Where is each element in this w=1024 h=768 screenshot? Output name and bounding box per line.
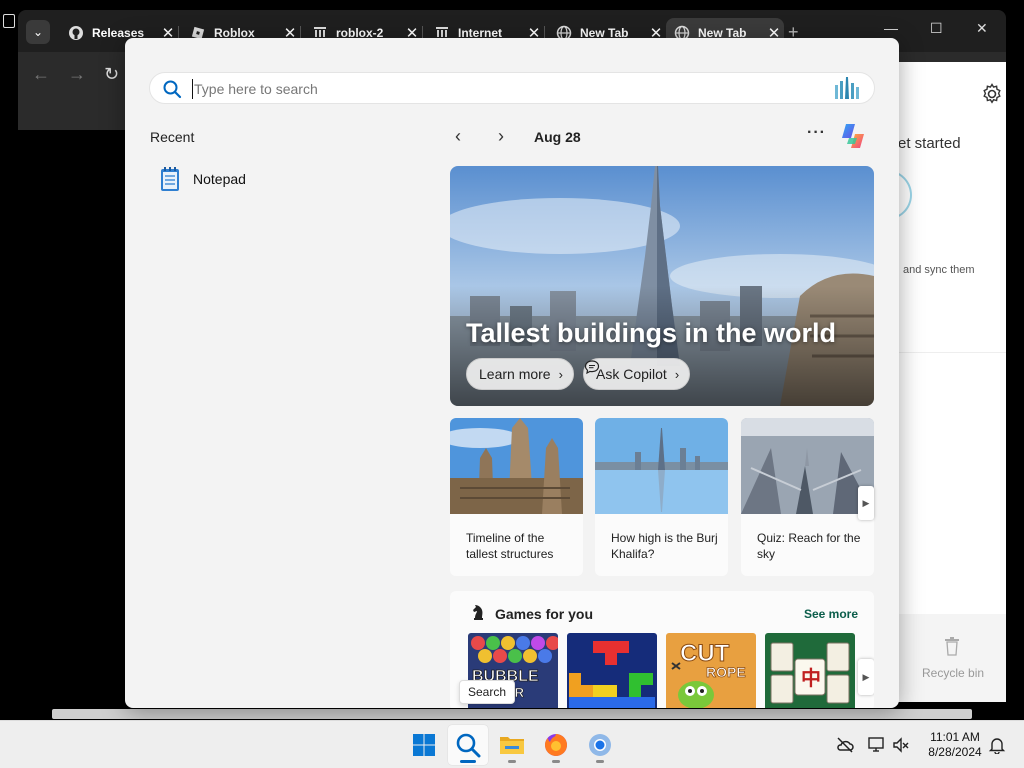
- game-art: 中: [765, 633, 855, 708]
- running-indicator: [508, 760, 516, 763]
- running-indicator: [552, 760, 560, 763]
- recent-item-label: Notepad: [193, 171, 246, 187]
- game-art-subtext: ROPE: [706, 664, 746, 680]
- chrome-button[interactable]: [580, 725, 620, 765]
- chevron-right-icon: ›: [674, 366, 680, 382]
- hero-title: Tallest buildings in the world: [466, 318, 837, 348]
- tab-list-button[interactable]: ⌄: [26, 20, 50, 44]
- minimize-button[interactable]: —: [884, 20, 898, 36]
- right-side-panel: et started and sync them Recycle bin: [878, 62, 1006, 702]
- search-input[interactable]: [194, 76, 794, 102]
- game-art-text: 中: [801, 666, 821, 690]
- more-options-button[interactable]: ···: [807, 124, 826, 142]
- chevron-right-icon: ›: [558, 366, 563, 382]
- onedrive-offline-icon[interactable]: [836, 736, 854, 754]
- github-icon: [68, 25, 84, 41]
- desktop-left-strip: [0, 0, 18, 708]
- game-tile-cut-the-rope[interactable]: CUT ROPE: [666, 633, 756, 708]
- dubai-skyline-image: [595, 418, 728, 514]
- start-button[interactable]: [404, 725, 444, 765]
- search-tooltip: Search: [459, 680, 516, 704]
- game-art: CUT ROPE: [666, 633, 756, 708]
- cathedral-image: [450, 418, 583, 514]
- folder-icon: [500, 737, 524, 754]
- games-next-button[interactable]: ▶: [858, 659, 874, 695]
- notification-bell-icon[interactable]: [988, 736, 1006, 754]
- aerial-city-image: [741, 418, 874, 514]
- next-day-button[interactable]: ›: [498, 126, 504, 147]
- close-window-button[interactable]: ✕: [976, 20, 988, 37]
- highlight-card[interactable]: How high is the Burj Khalifa?: [595, 418, 728, 576]
- panel-footer: [898, 614, 1006, 702]
- get-started-heading: et started: [898, 135, 961, 152]
- highlight-card[interactable]: Timeline of the tallest structures: [450, 418, 583, 576]
- recent-item-notepad[interactable]: Notepad: [159, 164, 246, 194]
- learn-more-label: Learn more: [479, 366, 551, 382]
- windows-logo-icon: [413, 734, 435, 756]
- maximize-button[interactable]: ☐: [930, 20, 943, 37]
- game-art: [567, 633, 657, 708]
- reload-button[interactable]: ↻: [104, 64, 119, 85]
- horizontal-scrollbar[interactable]: [52, 709, 972, 719]
- running-indicator: [596, 760, 604, 763]
- previous-day-button[interactable]: ‹: [455, 126, 461, 147]
- speaker-muted-icon[interactable]: [892, 736, 910, 754]
- see-more-link[interactable]: See more: [804, 607, 858, 621]
- search-highlight-icon[interactable]: [832, 77, 862, 101]
- recycle-bin-icon[interactable]: [944, 636, 960, 656]
- recycle-bin-label[interactable]: Recycle bin: [922, 666, 984, 680]
- game-tile-blocks[interactable]: [567, 633, 657, 708]
- taskbar: 11:01 AM 8/28/2024: [0, 720, 1024, 768]
- active-indicator: [460, 760, 476, 763]
- ask-copilot-button[interactable]: Ask Copilot ›: [583, 358, 691, 390]
- chrome-icon: [589, 734, 611, 756]
- search-flyout: Recent Notepad ‹ › Aug 28 ···: [125, 38, 899, 708]
- text-caret: [192, 79, 193, 99]
- taskbar-search-button[interactable]: [448, 725, 488, 765]
- card-text: Quiz: Reach for the sky: [757, 531, 861, 561]
- clock-time: 11:01 AM: [930, 730, 980, 744]
- card-text: How high is the Burj Khalifa?: [611, 531, 718, 561]
- sync-text: and sync them: [903, 264, 975, 276]
- firefox-button[interactable]: [536, 725, 576, 765]
- game-tile-mahjong[interactable]: 中: [765, 633, 855, 708]
- file-explorer-button[interactable]: [492, 725, 532, 765]
- hero-card[interactable]: Tallest buildings in the world Learn mor…: [450, 166, 874, 406]
- highlight-card[interactable]: Quiz: Reach for the sky: [741, 418, 874, 576]
- display-network-icon[interactable]: [868, 736, 886, 754]
- chat-bubble-icon: [584, 360, 600, 375]
- search-icon: [163, 80, 182, 99]
- card-text: Timeline of the tallest structures: [466, 531, 554, 561]
- divider: [898, 352, 1006, 353]
- carousel-next-button[interactable]: ▶: [858, 486, 874, 520]
- learn-more-button[interactable]: Learn more ›: [466, 358, 574, 390]
- notepad-icon: [161, 167, 179, 191]
- recent-heading: Recent: [150, 129, 195, 145]
- forward-button[interactable]: →: [68, 64, 86, 85]
- games-title: Games for you: [495, 606, 594, 622]
- system-clock[interactable]: 11:01 AM 8/28/2024: [922, 730, 988, 760]
- window-icon: [3, 14, 15, 28]
- firefox-icon: [545, 734, 567, 756]
- highlight-date: Aug 28: [534, 129, 581, 145]
- back-button[interactable]: ←: [32, 64, 50, 85]
- copilot-icon[interactable]: [837, 120, 869, 152]
- gear-icon[interactable]: [980, 82, 1004, 106]
- game-art-text: CUT: [680, 640, 730, 667]
- search-icon: [456, 733, 481, 758]
- ask-copilot-label: Ask Copilot: [596, 366, 667, 382]
- chess-knight-icon: [473, 605, 483, 620]
- clock-date: 8/28/2024: [928, 745, 982, 759]
- search-box[interactable]: [149, 72, 875, 104]
